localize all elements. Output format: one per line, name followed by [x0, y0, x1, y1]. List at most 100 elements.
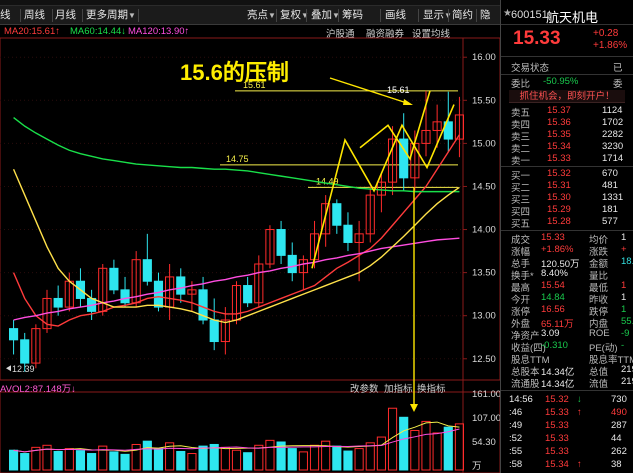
- weibi-row: 委比 -50.95% 委: [501, 76, 633, 90]
- tick-row: 14:56 15.32 ↓ 730: [501, 394, 633, 407]
- tick-price: 15.33: [545, 433, 569, 444]
- ask-price: 15.36: [547, 117, 571, 128]
- candlestick-chart[interactable]: 16.00 15.50 15.00 14.50 14.00 13.50 13.00 12.50…: [0, 0, 500, 473]
- stat-value: 219: [621, 376, 633, 387]
- stat-value: 1: [621, 304, 627, 315]
- stat-value: 1: [621, 232, 627, 243]
- stat-value: -9: [621, 328, 630, 339]
- add-indicator-link[interactable]: 加指标: [384, 381, 413, 395]
- candle-down: [176, 276, 186, 295]
- weibi-value: -50.95%: [543, 76, 579, 87]
- stat-value: 3.09: [541, 328, 560, 339]
- stat-value: 8.40%: [541, 268, 568, 279]
- open-account-banner[interactable]: 抓住机会，即刻开户！: [509, 90, 625, 103]
- stock-code: 600151: [511, 9, 548, 21]
- candle-down: [20, 339, 30, 364]
- candle-down: [142, 259, 152, 282]
- volume-bar: [75, 450, 86, 471]
- ask-price: 15.34: [547, 141, 571, 152]
- volume-bar: [432, 432, 442, 471]
- tick-row: :52 15.33 44: [501, 433, 633, 446]
- bid-price: 15.29: [547, 204, 571, 215]
- bid-price: 15.28: [547, 216, 571, 227]
- stat-value: 16.56: [541, 304, 565, 315]
- switch-indicator-link[interactable]: 换指标: [417, 381, 446, 395]
- volume-bar: [109, 451, 119, 471]
- ask-volume: 1702: [602, 117, 624, 128]
- low-arrow-icon: [6, 365, 11, 372]
- volume-bar: [254, 444, 264, 471]
- stat-label: 流值: [589, 379, 609, 390]
- volume-bar: [142, 440, 152, 471]
- ask-price: 15.37: [547, 105, 571, 116]
- bid-volume: 670: [602, 168, 618, 179]
- annotation-text: 15.6的压制: [180, 60, 289, 85]
- volume-bar: [87, 453, 97, 471]
- volume-bar: [376, 436, 386, 471]
- volume-bar: [454, 423, 465, 471]
- volume-bar: [20, 453, 30, 471]
- candle-down: [343, 224, 353, 243]
- quote-header: ★ 600151 航天机电: [501, 0, 633, 25]
- bid-volume: 181: [602, 204, 618, 215]
- volume-tick-label: 161.00: [472, 389, 500, 400]
- candle-down: [153, 280, 164, 308]
- tick-time: :52: [509, 433, 523, 444]
- volume-bar: [198, 445, 208, 471]
- stat-value: 18.: [621, 256, 633, 267]
- edit-params-link[interactable]: 改参数: [350, 381, 379, 395]
- volume-legend-label: AVOL2:87.148万: [0, 384, 72, 395]
- ask-price: 15.35: [547, 129, 571, 140]
- tick-row: :46 15.33 ↑ 490: [501, 407, 633, 420]
- volume-bar: [120, 453, 130, 471]
- tick-arrow: ↓: [577, 394, 582, 405]
- volume-tick-label: 107.00: [472, 413, 500, 424]
- tick-price: 15.33: [545, 420, 569, 431]
- y-tick-label: 14.50: [472, 181, 496, 192]
- volume-bar: [287, 448, 297, 471]
- stat-value: +: [621, 244, 627, 255]
- status-label: 交易状态: [511, 63, 550, 74]
- candle-down: [120, 289, 130, 304]
- candle-down: [53, 297, 63, 308]
- volume-legend-arrow: ↓: [71, 384, 76, 395]
- status-row: 交易状态 已: [501, 60, 633, 74]
- volume-bar: [265, 439, 275, 471]
- weibi-label2: 委: [613, 79, 623, 90]
- stat-value: 55.: [621, 316, 633, 327]
- tick-row: :55 15.33 262: [501, 446, 633, 459]
- tick-price: 15.34: [545, 459, 569, 470]
- tick-volume: 730: [611, 394, 627, 405]
- divider: [501, 74, 633, 75]
- ask-volume: 3230: [602, 141, 624, 152]
- volume-bar: [131, 443, 141, 471]
- y-tick-label: 13.50: [472, 268, 496, 279]
- ask-volume: 2282: [602, 129, 624, 140]
- bid-volume: 577: [602, 216, 618, 227]
- bid-label: 买五: [511, 219, 531, 230]
- ask-row[interactable]: 卖一 15.33 1714: [501, 153, 633, 167]
- price-change: +0.28 +1.86%: [593, 28, 627, 52]
- candle-down: [332, 203, 342, 226]
- volume-bar: [176, 450, 186, 471]
- bid-price: 15.31: [547, 180, 571, 191]
- ask-label: 卖一: [511, 156, 531, 167]
- tick-volume: 287: [611, 420, 627, 431]
- volume-bar: [53, 450, 63, 471]
- divider: [501, 230, 633, 231]
- tick-volume: 38: [611, 459, 622, 470]
- candle-down: [287, 254, 297, 274]
- volume-tick-label: 54.30: [472, 437, 496, 448]
- price-change-value: +0.28: [593, 28, 619, 39]
- volume-bar: [399, 416, 409, 471]
- tick-price: 15.33: [545, 446, 569, 457]
- status-value: 已: [613, 63, 623, 74]
- tick-volume: 44: [611, 433, 622, 444]
- stat-value: 14.34亿: [541, 379, 575, 390]
- volume-bar: [421, 420, 431, 471]
- bid-row[interactable]: 买五 15.28 577: [501, 216, 633, 230]
- divider: [501, 390, 633, 391]
- volume-bar: [243, 452, 253, 471]
- low-price-label: 12.39: [12, 364, 35, 374]
- tick-time: :58: [509, 459, 523, 470]
